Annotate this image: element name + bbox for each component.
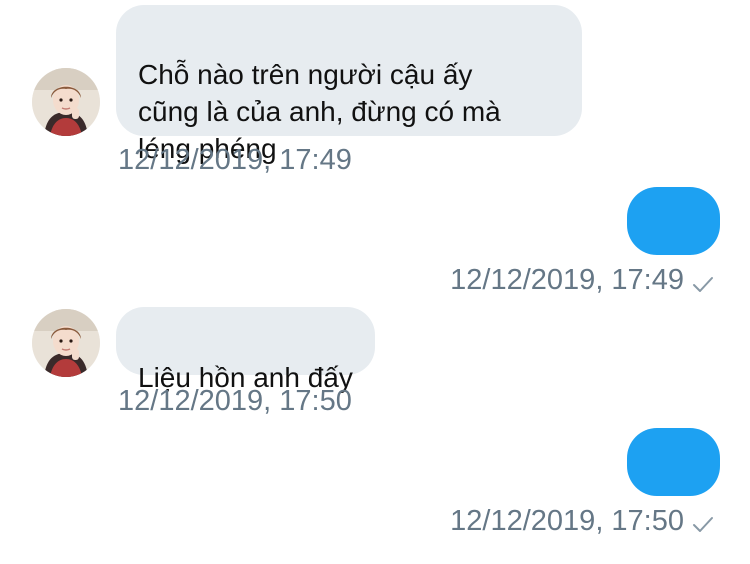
- message-thread: Chỗ nào trên người cậu ấy cũng là của an…: [0, 0, 750, 545]
- incoming-message-bubble[interactable]: Liệu hồn anh đấy: [116, 307, 375, 393]
- avatar[interactable]: [32, 309, 100, 377]
- incoming-message-bubble[interactable]: Chỗ nào trên người cậu ấy cũng là của an…: [116, 5, 582, 164]
- message-timestamp: 12/12/2019, 17:49: [450, 264, 684, 296]
- outgoing-message-bubble[interactable]: Dạ?: [626, 187, 720, 304]
- message-timestamp: 12/12/2019, 17:50: [450, 505, 684, 537]
- outgoing-message-bubble[interactable]: Dạ?: [626, 428, 720, 545]
- message-timestamp: 12/12/2019, 17:50: [118, 385, 352, 417]
- message-timestamp: 12/12/2019, 17:49: [118, 144, 352, 176]
- check-icon: [693, 277, 713, 292]
- check-icon: [693, 517, 713, 532]
- avatar[interactable]: [32, 68, 100, 136]
